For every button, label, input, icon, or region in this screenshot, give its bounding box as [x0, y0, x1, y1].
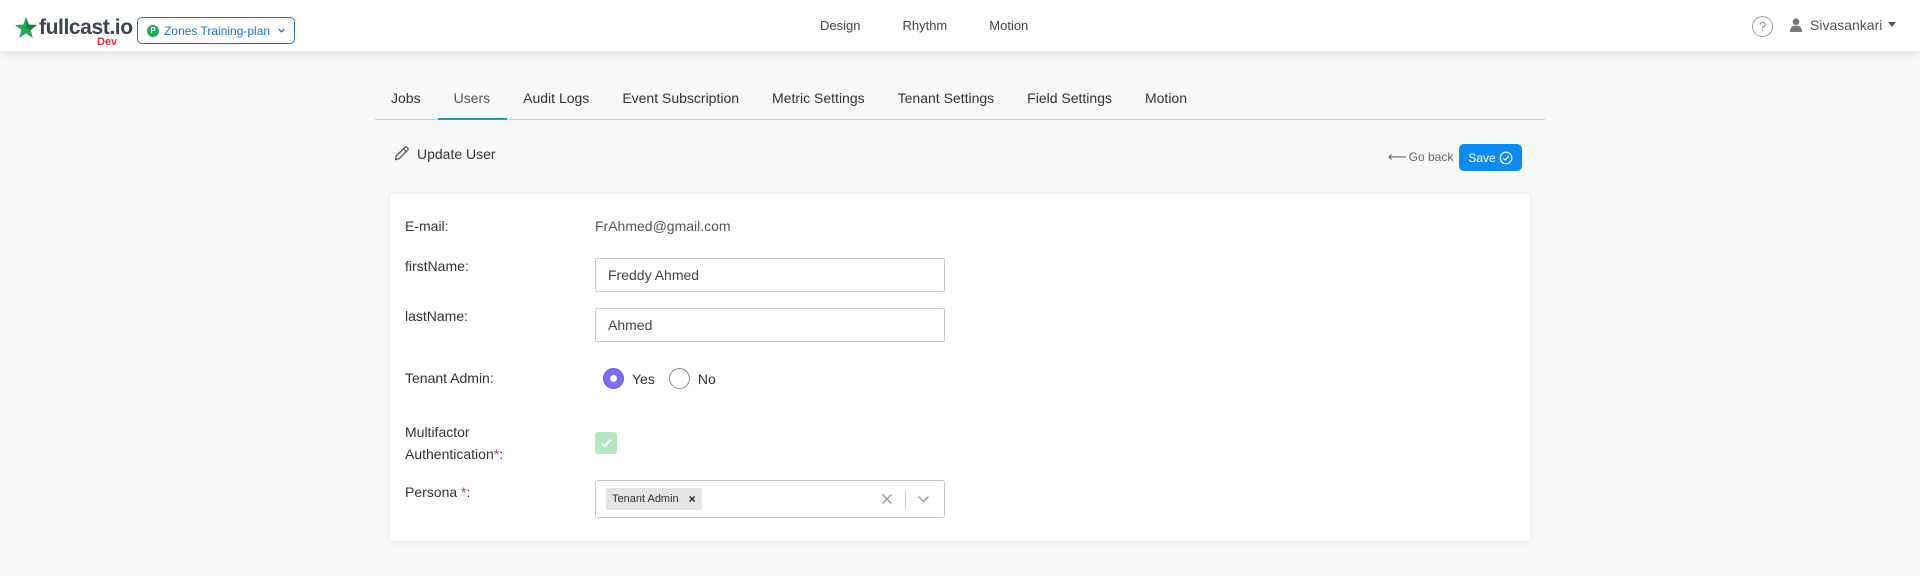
- tab-event-subscription[interactable]: Event Subscription: [606, 83, 756, 120]
- tenant-admin-yes-label: Yes: [632, 370, 655, 387]
- mfa-checkbox[interactable]: [595, 432, 617, 454]
- close-icon[interactable]: [881, 493, 893, 505]
- tenant-admin-no-label: No: [697, 370, 716, 387]
- tab-tenant-settings[interactable]: Tenant Settings: [882, 83, 1012, 120]
- tenant-admin-no-radio[interactable]: [668, 368, 690, 389]
- user-icon: [1790, 18, 1802, 32]
- chip-remove-icon[interactable]: ×: [689, 492, 696, 506]
- mfa-label: Multifactor Authentication*:: [405, 424, 504, 462]
- environment-badge: Dev: [97, 36, 118, 48]
- tab-motion[interactable]: Motion: [1129, 83, 1204, 120]
- plan-selector-button[interactable]: P Zones Training-plan: [137, 17, 295, 44]
- help-icon[interactable]: ?: [1752, 16, 1773, 37]
- chevron-down-icon[interactable]: [917, 494, 930, 504]
- page-title: Update User: [417, 145, 496, 162]
- nav-design[interactable]: Design: [820, 18, 860, 33]
- save-button[interactable]: Save: [1459, 144, 1522, 171]
- chevron-down-icon: [278, 28, 285, 33]
- tenant-admin-radio-group: Yes No: [603, 368, 730, 389]
- go-back-label: Go back: [1408, 150, 1454, 164]
- tab-jobs[interactable]: Jobs: [375, 83, 438, 120]
- email-value: FrAhmed@gmail.com: [595, 218, 731, 234]
- tab-audit-logs[interactable]: Audit Logs: [507, 83, 606, 120]
- last-name-label: lastName:: [405, 308, 469, 324]
- check-icon: [600, 439, 612, 448]
- select-separator: [905, 490, 906, 509]
- plan-selector-label: Zones Training-plan: [164, 23, 271, 38]
- tenant-admin-label: Tenant Admin:: [405, 370, 494, 386]
- tab-field-settings[interactable]: Field Settings: [1011, 83, 1129, 120]
- arrow-left-icon: ⟵: [1388, 149, 1407, 164]
- section-header: Update User: [393, 145, 496, 162]
- logo-text: fullcast.io: [39, 16, 133, 39]
- persona-chip-label: Tenant Admin: [612, 493, 679, 505]
- top-bar: fullcast.io Dev P Zones Training-plan De…: [0, 0, 1920, 51]
- plan-status-icon: P: [147, 24, 159, 37]
- caret-down-icon: [1888, 22, 1897, 27]
- last-name-field[interactable]: [595, 308, 945, 342]
- user-name: Sivasankari: [1810, 17, 1883, 33]
- tab-metric-settings[interactable]: Metric Settings: [756, 83, 882, 120]
- nav-rhythm[interactable]: Rhythm: [902, 18, 947, 33]
- app-logo[interactable]: fullcast.io Dev: [14, 14, 133, 48]
- star-icon: [15, 17, 37, 38]
- top-nav: Design Rhythm Motion: [820, 18, 1070, 33]
- settings-tabs: Jobs Users Audit Logs Event Subscription…: [375, 83, 1545, 120]
- email-label: E-mail:: [405, 218, 449, 234]
- persona-select[interactable]: Tenant Admin ×: [595, 480, 945, 518]
- save-button-label: Save: [1468, 150, 1496, 165]
- nav-motion[interactable]: Motion: [989, 18, 1028, 33]
- first-name-label: firstName:: [405, 258, 469, 274]
- tenant-admin-yes-radio[interactable]: [603, 368, 624, 389]
- tab-users[interactable]: Users: [437, 83, 508, 120]
- check-circle-icon: [1499, 151, 1513, 164]
- persona-label: Persona *:: [405, 484, 471, 500]
- first-name-field[interactable]: [595, 258, 945, 292]
- persona-chip: Tenant Admin ×: [606, 488, 702, 510]
- update-user-form: E-mail: FrAhmed@gmail.com firstName: las…: [390, 194, 1530, 541]
- go-back-link[interactable]: ⟵ Go back: [1388, 149, 1453, 165]
- user-menu[interactable]: Sivasankari: [1790, 17, 1897, 33]
- pencil-icon: [394, 146, 409, 161]
